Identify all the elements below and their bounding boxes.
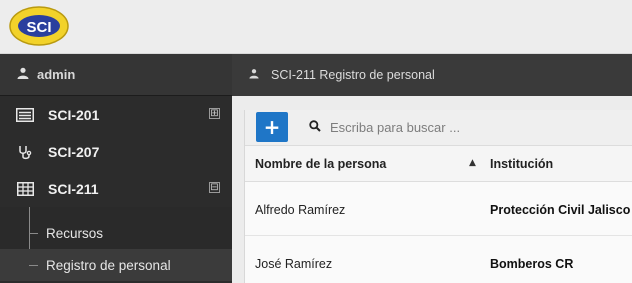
- user-icon: [249, 68, 259, 82]
- sidebar-subitem-label: Recursos: [46, 225, 104, 241]
- add-button[interactable]: +: [256, 112, 288, 142]
- expand-toggle[interactable]: ⊞: [209, 108, 220, 119]
- submenu-sci-211: Recursos Registro de personal: [0, 207, 232, 281]
- sidebar-item-sci-211[interactable]: SCI-211 ⊟: [0, 170, 232, 207]
- stethoscope-icon: [16, 144, 34, 160]
- search-input[interactable]: [330, 120, 590, 135]
- records-panel: + Nombre de la persona ▲ Institución Alf…: [244, 110, 632, 283]
- sidebar-item-label: SCI-207: [48, 143, 100, 160]
- cell-nombre: José Ramírez: [255, 257, 333, 271]
- sidebar: admin SCI-201 ⊞ SCI-207 SCI-211 ⊟ Recurs…: [0, 54, 232, 283]
- top-header: SCI: [0, 0, 632, 54]
- sidebar-item-label: SCI-211: [48, 180, 99, 197]
- table-icon: [16, 181, 34, 197]
- sidebar-item-sci-207[interactable]: SCI-207: [0, 133, 232, 170]
- collapse-toggle[interactable]: ⊟: [209, 182, 220, 193]
- table-header: Nombre de la persona ▲ Institución: [245, 146, 632, 182]
- cell-institucion: Protección Civil Jalisco: [490, 203, 631, 217]
- sidebar-subitem-recursos[interactable]: Recursos: [0, 217, 232, 249]
- table-toolbar: +: [245, 110, 632, 146]
- sci-logo[interactable]: SCI: [8, 5, 70, 47]
- page-title: SCI-211 Registro de personal: [271, 68, 435, 82]
- sidebar-subitem-label: Registro de personal: [46, 257, 171, 273]
- search-box: [309, 120, 590, 135]
- list-icon: [16, 107, 34, 123]
- table-row[interactable]: Alfredo Ramírez Protección Civil Jalisco: [245, 182, 632, 236]
- sort-asc-icon[interactable]: ▲: [469, 158, 476, 168]
- cell-institucion: Bomberos CR: [490, 257, 574, 271]
- tree-branch: [29, 265, 38, 266]
- sidebar-item-label: SCI-201: [48, 106, 100, 123]
- column-header-nombre[interactable]: Nombre de la persona: [255, 157, 386, 171]
- sidebar-item-sci-201[interactable]: SCI-201 ⊞: [0, 96, 232, 133]
- sidebar-subitem-registro-de-personal[interactable]: Registro de personal: [0, 249, 232, 281]
- cell-nombre: Alfredo Ramírez: [255, 203, 346, 217]
- user-icon: [17, 67, 29, 82]
- user-menu[interactable]: admin: [0, 54, 232, 96]
- main-content: SCI-211 Registro de personal + Nombre de…: [232, 54, 632, 283]
- search-icon: [309, 120, 321, 135]
- table-row[interactable]: José Ramírez Bomberos CR: [245, 236, 632, 283]
- tree-branch: [29, 233, 38, 234]
- user-name: admin: [37, 67, 76, 82]
- column-header-institucion[interactable]: Institución: [490, 157, 553, 171]
- svg-text:SCI: SCI: [26, 19, 51, 36]
- breadcrumb: SCI-211 Registro de personal: [232, 54, 632, 96]
